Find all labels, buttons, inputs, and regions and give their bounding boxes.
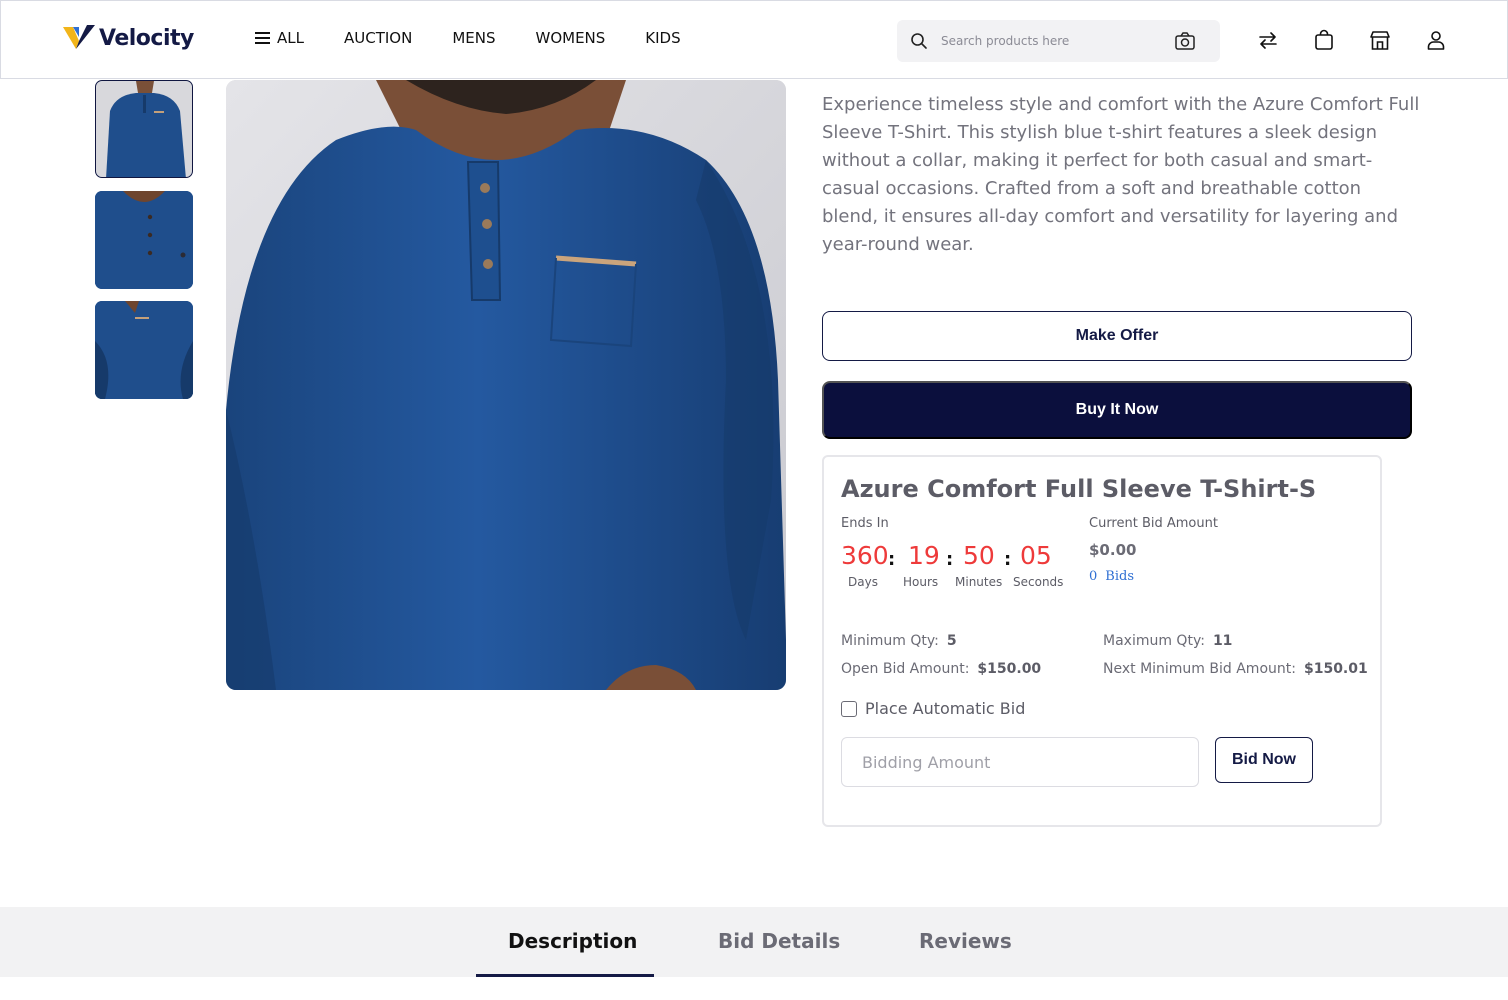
countdown-seconds-label: Seconds <box>1013 575 1064 589</box>
ends-in-label: Ends In <box>841 516 889 531</box>
auction-product-title: Azure Comfort Full Sleeve T-Shirt-S <box>841 475 1317 503</box>
product-tabs: Description Bid Details Reviews <box>0 907 1508 977</box>
open-bid-label: Open Bid Amount: <box>841 661 970 677</box>
compare-arrows-icon[interactable] <box>1257 29 1279 51</box>
search-bar <box>897 20 1220 62</box>
bid-count-link[interactable]: 0 Bids <box>1089 569 1134 584</box>
active-tab-indicator <box>476 974 654 977</box>
search-input[interactable] <box>941 30 1161 52</box>
hamburger-menu-icon <box>255 32 270 44</box>
min-qty: Minimum Qty: 5 <box>841 633 957 649</box>
nav-item-mens[interactable]: MENS <box>452 29 495 47</box>
search-icon[interactable] <box>910 32 928 50</box>
countdown-separator: : <box>1004 549 1012 570</box>
min-qty-label: Minimum Qty: <box>841 633 939 649</box>
next-min-bid: Next Minimum Bid Amount: $150.01 <box>1103 661 1368 677</box>
countdown-minutes: 50 <box>963 541 995 570</box>
nav-item-kids[interactable]: KIDS <box>645 29 680 47</box>
max-qty: Maximum Qty: 11 <box>1103 633 1232 649</box>
max-qty-label: Maximum Qty: <box>1103 633 1205 649</box>
bidding-amount-input[interactable] <box>841 737 1199 787</box>
countdown-minutes-label: Minutes <box>955 575 1003 589</box>
product-description: Experience timeless style and comfort wi… <box>822 94 1420 255</box>
main-nav: ALL AUCTION MENS WOMENS KIDS <box>255 29 721 47</box>
nav-item-label: ALL <box>277 29 304 47</box>
max-qty-value: 11 <box>1212 633 1233 649</box>
auction-bid-card: Azure Comfort Full Sleeve T-Shirt-S Ends… <box>822 455 1382 827</box>
nav-item-womens[interactable]: WOMENS <box>535 29 605 47</box>
automatic-bid-checkbox[interactable]: Place Automatic Bid <box>841 699 1025 718</box>
countdown-separator: : <box>888 549 896 570</box>
main-product-image[interactable] <box>226 80 786 690</box>
camera-icon[interactable] <box>1175 32 1195 50</box>
logo[interactable]: Velocity <box>63 23 194 53</box>
product-thumbnail[interactable] <box>95 191 193 289</box>
current-bid-value: $0.00 <box>1089 541 1137 559</box>
product-photo <box>226 80 786 690</box>
tab-description[interactable]: Description <box>508 929 637 953</box>
tab-reviews[interactable]: Reviews <box>919 929 1012 953</box>
site-header: Velocity ALL AUCTION MENS WOMENS KIDS <box>0 0 1508 79</box>
thumbnail-image <box>95 191 193 289</box>
tab-bid-details[interactable]: Bid Details <box>718 929 840 953</box>
shopping-bag-icon[interactable] <box>1313 29 1335 51</box>
countdown-separator: : <box>946 549 954 570</box>
nav-item-auction[interactable]: AUCTION <box>344 29 412 47</box>
product-thumbnail[interactable] <box>95 301 193 399</box>
store-icon[interactable] <box>1369 29 1391 51</box>
product-thumbnail[interactable] <box>95 80 193 178</box>
velocity-logo-icon <box>63 25 95 49</box>
min-qty-value: 5 <box>946 633 957 649</box>
thumbnail-image <box>96 81 192 177</box>
next-min-bid-value: $150.01 <box>1303 661 1368 677</box>
logo-text: Velocity <box>99 25 194 51</box>
current-bid-label: Current Bid Amount <box>1089 516 1218 531</box>
nav-item-all[interactable]: ALL <box>255 29 304 47</box>
thumbnail-image <box>95 301 193 399</box>
buy-now-button[interactable]: Buy It Now <box>822 381 1412 439</box>
bid-now-button[interactable]: Bid Now <box>1215 737 1313 783</box>
countdown-hours: 19 <box>908 541 940 570</box>
countdown-hours-label: Hours <box>903 575 939 589</box>
bid-count: 0 <box>1089 569 1098 584</box>
checkbox-box[interactable] <box>841 700 857 717</box>
countdown-days: 360 <box>841 541 889 570</box>
next-min-bid-label: Next Minimum Bid Amount: <box>1103 661 1296 677</box>
bids-label: Bids <box>1105 569 1134 584</box>
open-bid-value: $150.00 <box>977 661 1042 677</box>
user-icon[interactable] <box>1425 29 1447 51</box>
countdown-days-label: Days <box>848 575 878 589</box>
automatic-bid-label: Place Automatic Bid <box>865 699 1026 718</box>
countdown-seconds: 05 <box>1020 541 1052 570</box>
make-offer-button[interactable]: Make Offer <box>822 311 1412 361</box>
open-bid-amount: Open Bid Amount: $150.00 <box>841 661 1041 677</box>
